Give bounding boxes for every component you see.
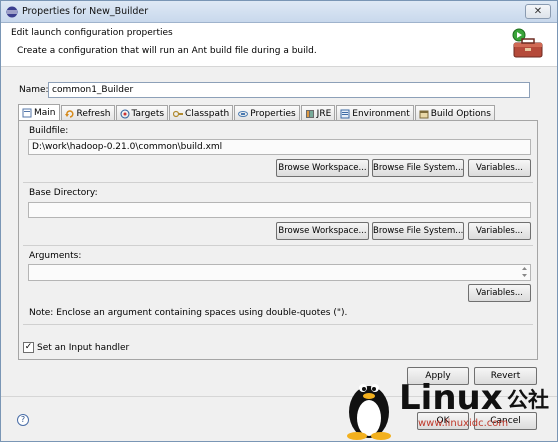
- tab-label: Refresh: [76, 108, 111, 119]
- refresh-icon: [64, 109, 74, 118]
- main-tab-panel: Buildfile: D:\work\hadoop-0.21.0\common\…: [18, 120, 538, 360]
- buildfile-browse-file-system-button[interactable]: Browse File System...: [372, 159, 464, 177]
- arguments-label: Arguments:: [29, 251, 82, 261]
- header-description: Create a configuration that will run an …: [17, 46, 317, 56]
- environment-icon: [340, 109, 350, 118]
- toolbox-run-icon: [512, 28, 543, 58]
- arguments-scroll-arrows-icon[interactable]: [521, 266, 528, 278]
- dialog-header: Edit launch configuration properties Cre…: [1, 23, 557, 67]
- tab-refresh[interactable]: Refresh: [60, 105, 115, 120]
- base-directory-label: Base Directory:: [29, 188, 98, 198]
- tab-label: Environment: [352, 108, 410, 119]
- buildfile-variables-button[interactable]: Variables...: [468, 159, 531, 177]
- arguments-textarea[interactable]: [28, 264, 531, 281]
- input-handler-checkbox[interactable]: ✓: [23, 342, 34, 353]
- tab-label: Classpath: [185, 108, 230, 119]
- properties-icon: [238, 110, 249, 117]
- name-label: Name:: [19, 85, 49, 95]
- tab-main[interactable]: Main: [18, 104, 60, 120]
- tab-environment[interactable]: Environment: [336, 105, 414, 120]
- buildfile-browse-workspace-button[interactable]: Browse Workspace...: [276, 159, 369, 177]
- close-icon: ✕: [533, 6, 543, 17]
- watermark-suffix: 公社: [507, 388, 549, 412]
- header-title: Edit launch configuration properties: [11, 28, 173, 38]
- base-directory-browse-file-system-button[interactable]: Browse File System...: [372, 222, 464, 240]
- close-button[interactable]: ✕: [525, 4, 551, 19]
- separator: [23, 245, 533, 246]
- build-options-icon: [419, 110, 429, 118]
- jre-icon: [305, 109, 314, 118]
- classpath-icon: [173, 110, 184, 117]
- check-icon: ✓: [24, 342, 33, 352]
- buildfile-input[interactable]: D:\work\hadoop-0.21.0\common\build.xml: [28, 139, 531, 155]
- watermark-brand: Linux: [399, 378, 503, 418]
- tab-build-options[interactable]: Build Options: [414, 105, 495, 120]
- tab-label: Targets: [131, 108, 165, 119]
- base-directory-variables-button[interactable]: Variables...: [468, 222, 531, 240]
- linuxidc-watermark: Linux 公社 www.linuxidc.com: [341, 370, 557, 442]
- tux-penguin-icon: [347, 384, 391, 440]
- arguments-variables-button[interactable]: Variables...: [468, 284, 531, 302]
- arguments-note: Note: Enclose an argument containing spa…: [29, 308, 348, 318]
- properties-dialog: Properties for New_Builder ✕ Edit launch…: [0, 0, 558, 442]
- title-bar[interactable]: Properties for New_Builder ✕: [1, 1, 557, 23]
- name-input[interactable]: common1_Builder: [48, 82, 530, 98]
- tab-label: Build Options: [430, 108, 491, 119]
- tab-properties[interactable]: Properties: [234, 105, 300, 120]
- tab-classpath[interactable]: Classpath: [169, 105, 234, 120]
- tab-label: Main: [34, 108, 56, 118]
- targets-icon: [120, 109, 129, 118]
- watermark-url: www.linuxidc.com: [418, 418, 509, 429]
- main-tab-icon: [22, 108, 32, 118]
- tab-jre[interactable]: JRE: [300, 105, 336, 120]
- tab-bar: Main Refresh Targets Classpath Propertie…: [18, 104, 496, 120]
- base-directory-browse-workspace-button[interactable]: Browse Workspace...: [276, 222, 369, 240]
- tab-label: JRE: [316, 108, 332, 119]
- input-handler-label: Set an Input handler: [37, 343, 130, 353]
- separator: [23, 182, 533, 183]
- separator: [23, 324, 533, 325]
- tab-label: Properties: [250, 108, 296, 119]
- base-directory-input[interactable]: [28, 202, 531, 218]
- help-icon[interactable]: ?: [17, 414, 29, 426]
- buildfile-label: Buildfile:: [29, 126, 69, 136]
- eclipse-app-icon: [6, 6, 18, 18]
- tab-targets[interactable]: Targets: [115, 105, 169, 120]
- window-title: Properties for New_Builder: [22, 6, 149, 17]
